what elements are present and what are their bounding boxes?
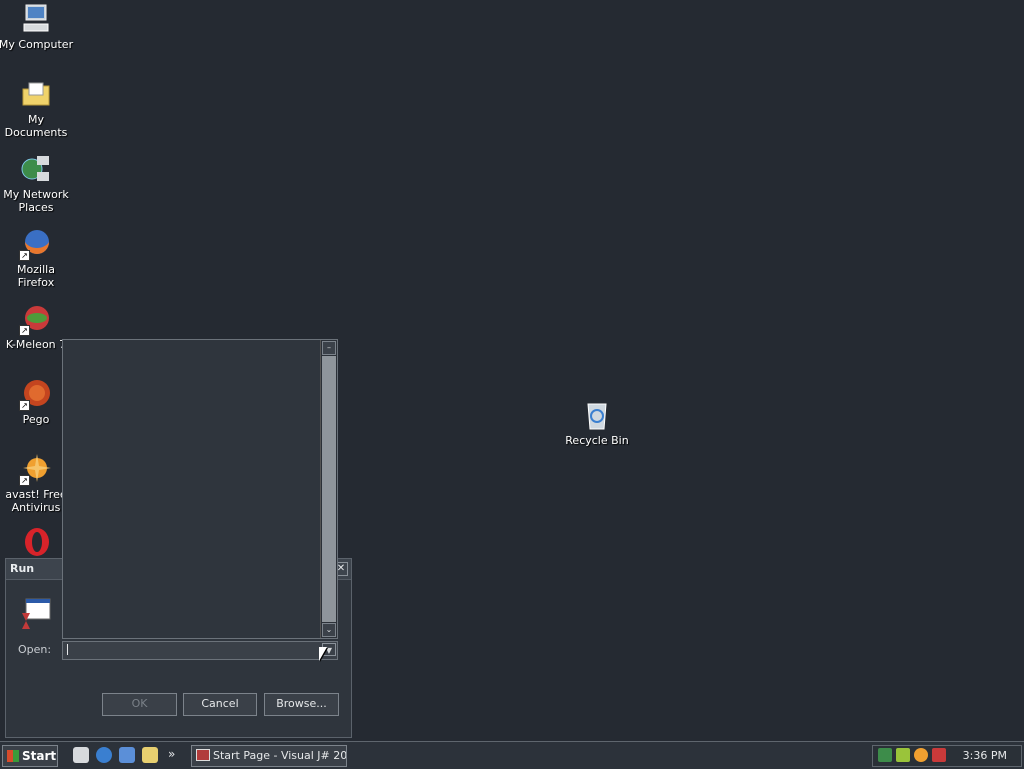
taskbar: Start » Start Page - Visual J# 20... 3:3… [0, 741, 1024, 769]
folder-icon [19, 77, 53, 111]
search-icon[interactable] [142, 747, 158, 763]
visual-studio-icon [196, 749, 210, 761]
run-dialog-title: Run [10, 562, 35, 575]
outlook-express-icon[interactable] [119, 747, 135, 763]
shortcut-arrow-icon: ↗ [19, 475, 30, 486]
computer-icon [19, 2, 53, 36]
windows-logo-icon [7, 750, 19, 762]
avast-tray-icon[interactable] [914, 748, 928, 762]
quick-launch-chevron-icon[interactable]: » [168, 747, 175, 761]
desktop-icon-label: My Documents [4, 113, 68, 139]
desktop-icon-label: Recycle Bin [565, 434, 629, 447]
desktop-icon-my-network-places[interactable]: My Network Places [0, 152, 74, 214]
scroll-up-button[interactable]: – [322, 341, 336, 355]
start-button[interactable]: Start [2, 745, 58, 767]
display-tray-icon[interactable] [896, 748, 910, 762]
desktop-icon-label: My Computer [0, 38, 74, 51]
network-tray-icon[interactable] [878, 748, 892, 762]
network-icon [19, 152, 53, 186]
cancel-button[interactable]: Cancel [183, 693, 257, 716]
shortcut-arrow-icon: ↗ [19, 250, 30, 261]
text-caret [67, 644, 68, 655]
app-tray-icon[interactable] [932, 748, 946, 762]
taskbar-item-visual-j[interactable]: Start Page - Visual J# 20... [191, 745, 347, 767]
run-program-icon [20, 597, 52, 629]
open-input[interactable]: ▼ [62, 641, 338, 660]
shortcut-arrow-icon: ↗ [19, 400, 30, 411]
desktop-icon-recycle-bin[interactable]: Recycle Bin [559, 398, 635, 447]
open-label: Open: [18, 643, 52, 656]
desktop-icon-label: My Network Places [3, 188, 69, 214]
close-icon: ✕ [336, 563, 346, 574]
open-history-dropdown[interactable]: – ⌄ [62, 339, 338, 639]
browse-button[interactable]: Browse... [264, 693, 339, 716]
firefox-icon: ↗ [19, 227, 53, 261]
system-tray: 3:36 PM [872, 745, 1022, 767]
scrollbar[interactable]: – ⌄ [320, 340, 337, 638]
clock[interactable]: 3:36 PM [963, 749, 1007, 762]
kmeleon-icon: ↗ [19, 302, 53, 336]
shortcut-arrow-icon: ↗ [19, 325, 30, 336]
desktop-icon-my-computer[interactable]: My Computer [0, 2, 74, 51]
pego-icon: ↗ [19, 377, 53, 411]
ok-button[interactable]: OK [102, 693, 177, 716]
taskbar-item-label: Start Page - Visual J# 20... [213, 749, 347, 762]
desktop-icon-my-documents[interactable]: My Documents [0, 77, 74, 139]
mouse-cursor-icon [319, 647, 327, 661]
desktop-icon-label: Mozilla Firefox [17, 263, 55, 289]
avast-icon: ↗ [19, 452, 53, 486]
recycle-bin-icon [580, 398, 614, 432]
scroll-thumb[interactable] [322, 356, 336, 622]
desktop-icon-mozilla-firefox[interactable]: ↗ Mozilla Firefox [0, 227, 74, 289]
show-desktop-icon[interactable] [73, 747, 89, 763]
scroll-down-button[interactable]: ⌄ [322, 623, 336, 637]
internet-explorer-icon[interactable] [96, 747, 112, 763]
start-label: Start [22, 749, 57, 763]
opera-icon [19, 525, 53, 559]
